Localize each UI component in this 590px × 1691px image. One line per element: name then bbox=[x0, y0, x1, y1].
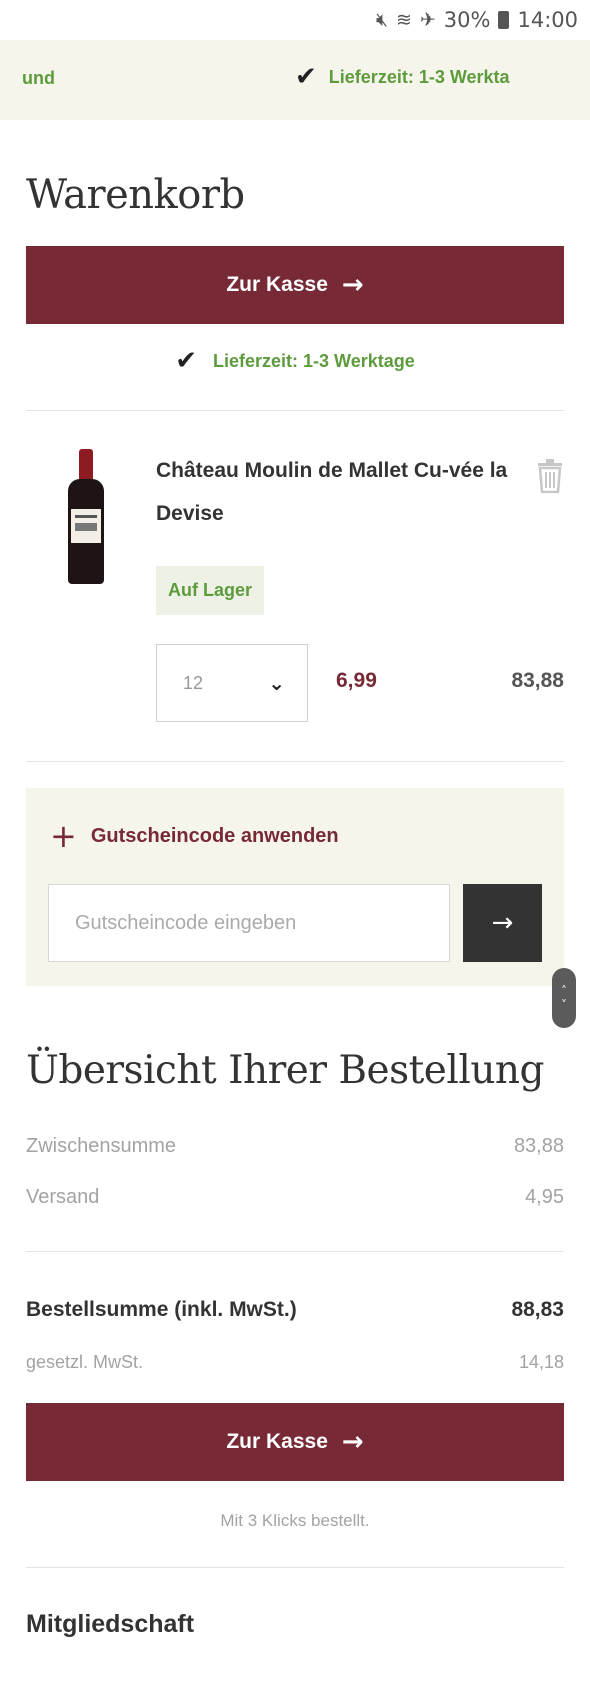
banner-delivery-text: Lieferzeit: 1-3 Werkta bbox=[328, 66, 510, 87]
subtotal-value: 83,88 bbox=[513, 1135, 564, 1157]
subtotal-row: Zwischensumme 83,88 bbox=[26, 1135, 564, 1158]
clock: 14:00 bbox=[517, 8, 578, 32]
shipping-row: Versand 4,95 bbox=[26, 1186, 564, 1209]
wine-bottle-image[interactable] bbox=[68, 449, 104, 584]
arrow-right-icon: → bbox=[341, 1427, 364, 1457]
divider bbox=[26, 761, 564, 762]
battery-level: 30% bbox=[443, 8, 491, 32]
product-name[interactable]: Château Moulin de Mallet Cu-vée la Devis… bbox=[156, 449, 516, 535]
arrow-right-icon: → bbox=[341, 270, 364, 300]
checkout-label: Zur Kasse bbox=[226, 273, 328, 296]
status-bar: 🔇︎ ≋ ✈ 30% 14:00 bbox=[0, 0, 590, 40]
quantity-value: 12 bbox=[183, 672, 204, 693]
coupon-toggle-label: Gutscheincode anwenden bbox=[90, 824, 339, 847]
unit-price: 6,99 bbox=[336, 669, 377, 692]
stock-badge: Auf Lager bbox=[156, 566, 265, 615]
chevron-down-icon: ˅ bbox=[561, 998, 567, 1012]
summary-title: Übersicht Ihrer Bestellung bbox=[26, 1048, 545, 1093]
wifi-icon: ≋ bbox=[395, 9, 412, 31]
divider bbox=[26, 1567, 564, 1568]
banner-delivery: ✔ Lieferzeit: 1-3 Werkta bbox=[295, 62, 510, 92]
quantity-select[interactable]: 12 ⌄ bbox=[156, 644, 308, 722]
arrow-right-icon: → bbox=[491, 908, 514, 938]
coupon-submit-button[interactable]: → bbox=[463, 884, 542, 962]
trash-icon[interactable] bbox=[536, 459, 564, 493]
order-total-value: 88,83 bbox=[511, 1298, 564, 1321]
delivery-banner: und ✔ Lieferzeit: 1-3 Werkta bbox=[0, 40, 590, 120]
scroll-handle[interactable]: ˄ ˅ bbox=[552, 968, 576, 1028]
chevron-up-icon: ˄ bbox=[561, 984, 567, 998]
main-content: Warenkorb Zur Kasse → ✔ Lieferzeit: 1-3 … bbox=[0, 172, 590, 1639]
coupon-panel: + Gutscheincode anwenden → bbox=[26, 788, 564, 986]
cart-item: Château Moulin de Mallet Cu-vée la Devis… bbox=[26, 411, 564, 761]
mute-icon: 🔇︎ bbox=[375, 9, 388, 31]
coupon-input[interactable] bbox=[48, 884, 450, 962]
plus-icon: + bbox=[50, 817, 77, 855]
divider bbox=[26, 1251, 564, 1252]
page-title: Warenkorb bbox=[26, 172, 245, 218]
shipping-label: Versand bbox=[26, 1186, 100, 1208]
vat-value: 14,18 bbox=[518, 1352, 564, 1372]
checkout-label: Zur Kasse bbox=[226, 1430, 328, 1453]
membership-title: Mitgliedschaft bbox=[26, 1610, 195, 1638]
checkout-note: Mit 3 Klicks bestellt. bbox=[220, 1511, 370, 1530]
vat-row: gesetzl. MwSt. 14,18 bbox=[26, 1352, 564, 1373]
check-icon: ✔ bbox=[295, 62, 317, 92]
battery-icon bbox=[498, 11, 510, 29]
subtotal-label: Zwischensumme bbox=[26, 1135, 177, 1157]
checkout-button-bottom[interactable]: Zur Kasse → bbox=[26, 1403, 564, 1481]
banner-text-left: und bbox=[22, 68, 55, 88]
order-total-row: Bestellsumme (inkl. MwSt.) 88,83 bbox=[26, 1298, 564, 1322]
order-total-label: Bestellsumme (inkl. MwSt.) bbox=[26, 1298, 297, 1321]
vat-label: gesetzl. MwSt. bbox=[26, 1352, 144, 1372]
airplane-icon: ✈ bbox=[419, 9, 436, 31]
coupon-toggle[interactable]: + Gutscheincode anwenden bbox=[50, 820, 339, 852]
chevron-down-icon: ⌄ bbox=[268, 671, 285, 695]
checkout-button-top[interactable]: Zur Kasse → bbox=[26, 246, 564, 324]
delivery-note: ✔ Lieferzeit: 1-3 Werktage bbox=[26, 346, 564, 376]
line-total: 83,88 bbox=[511, 669, 564, 692]
shipping-value: 4,95 bbox=[525, 1186, 564, 1208]
check-icon: ✔ bbox=[175, 346, 198, 376]
delivery-note-text: Lieferzeit: 1-3 Werktage bbox=[213, 350, 415, 371]
